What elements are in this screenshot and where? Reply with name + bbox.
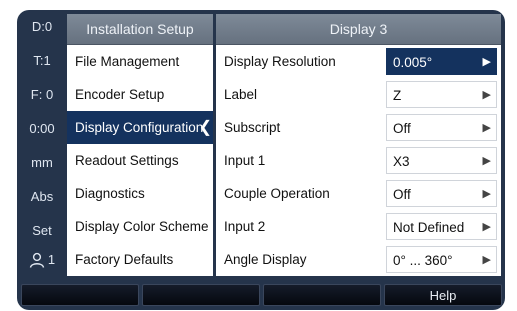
softkey-2[interactable] bbox=[142, 284, 260, 306]
softkey-bar: Help bbox=[17, 280, 505, 310]
input-2-select[interactable]: Not Defined ▶ bbox=[386, 213, 497, 240]
subscript-select[interactable]: Off ▶ bbox=[386, 114, 497, 141]
tool-status[interactable]: T:1 bbox=[17, 44, 67, 78]
chevron-right-icon: ▶ bbox=[482, 89, 491, 101]
setting-row-input-1: Input 1 X3 ▶ bbox=[216, 144, 501, 177]
setting-value: Off bbox=[393, 121, 411, 136]
input-1-select[interactable]: X3 ▶ bbox=[386, 147, 497, 174]
menu-item-factory-defaults[interactable]: Factory Defaults bbox=[67, 243, 213, 276]
setting-row-couple-operation: Couple Operation Off ▶ bbox=[216, 177, 501, 210]
menu-item-label: Factory Defaults bbox=[75, 252, 174, 267]
help-softkey[interactable]: Help bbox=[384, 284, 502, 306]
label-select[interactable]: Z ▶ bbox=[386, 81, 497, 108]
setting-value: Z bbox=[393, 88, 402, 103]
user-number: 1 bbox=[47, 252, 56, 267]
setting-value: Not Defined bbox=[393, 220, 465, 235]
installation-setup-title: Installation Setup bbox=[67, 14, 213, 45]
installation-setup-panel: Installation Setup File Management Encod… bbox=[67, 14, 213, 276]
setting-label: Input 2 bbox=[224, 219, 266, 234]
chevron-right-icon: ▶ bbox=[482, 254, 491, 266]
display-settings-panel: Display 3 Display Resolution 0.005° ▶ Lab… bbox=[216, 14, 501, 276]
installation-setup-menu: File Management Encoder Setup Display Co… bbox=[67, 45, 213, 276]
user-icon bbox=[29, 252, 45, 268]
setting-label: Input 1 bbox=[224, 153, 266, 168]
couple-operation-select[interactable]: Off ▶ bbox=[386, 180, 497, 207]
setting-row-label: Label Z ▶ bbox=[216, 78, 501, 111]
setting-value: Off bbox=[393, 187, 411, 202]
status-strip: D:0 T:1 F: 0 0:00 mm Abs Set 1 bbox=[17, 10, 67, 275]
setting-value: X3 bbox=[393, 154, 410, 169]
menu-item-label: Display Color Scheme bbox=[75, 219, 209, 234]
menu-item-readout-settings[interactable]: Readout Settings bbox=[67, 144, 213, 177]
setting-value: 0° ... 360° bbox=[393, 253, 453, 268]
setting-value: 0.005° bbox=[393, 55, 433, 70]
setting-label: Angle Display bbox=[224, 252, 307, 267]
menu-item-label: Display Configuration bbox=[75, 120, 204, 135]
setting-row-display-resolution: Display Resolution 0.005° ▶ bbox=[216, 45, 501, 78]
display-settings-title: Display 3 bbox=[216, 14, 501, 45]
dro-screen: D:0 T:1 F: 0 0:00 mm Abs Set 1 Installat… bbox=[17, 10, 505, 310]
setting-label: Subscript bbox=[224, 120, 281, 135]
chevron-left-icon: ❮ bbox=[198, 119, 212, 136]
menu-item-display-color-scheme[interactable]: Display Color Scheme bbox=[67, 210, 213, 243]
datum-status[interactable]: D:0 bbox=[17, 10, 67, 44]
unit-status[interactable]: mm bbox=[17, 146, 67, 180]
setting-row-subscript: Subscript Off ▶ bbox=[216, 111, 501, 144]
setting-label: Couple Operation bbox=[224, 186, 330, 201]
angle-display-select[interactable]: 0° ... 360° ▶ bbox=[386, 246, 497, 273]
menu-item-diagnostics[interactable]: Diagnostics bbox=[67, 177, 213, 210]
setting-row-angle-display: Angle Display 0° ... 360° ▶ bbox=[216, 243, 501, 276]
menu-item-label: Encoder Setup bbox=[75, 87, 165, 102]
chevron-right-icon: ▶ bbox=[482, 56, 491, 68]
user-status[interactable]: 1 bbox=[17, 243, 67, 277]
chevron-right-icon: ▶ bbox=[482, 221, 491, 233]
softkey-1[interactable] bbox=[21, 284, 139, 306]
chevron-right-icon: ▶ bbox=[482, 122, 491, 134]
display-resolution-select[interactable]: 0.005° ▶ bbox=[386, 48, 497, 75]
setting-label: Label bbox=[224, 87, 258, 102]
menu-item-display-configuration[interactable]: Display Configuration ❮ bbox=[67, 111, 213, 144]
setting-row-input-2: Input 2 Not Defined ▶ bbox=[216, 210, 501, 243]
menu-item-label: File Management bbox=[75, 54, 180, 69]
chevron-right-icon: ▶ bbox=[482, 188, 491, 200]
feed-rate-status[interactable]: F: 0 bbox=[17, 78, 67, 112]
menu-item-label: Diagnostics bbox=[75, 186, 145, 201]
stopwatch-status[interactable]: 0:00 bbox=[17, 112, 67, 146]
chevron-right-icon: ▶ bbox=[482, 155, 491, 167]
setting-label: Display Resolution bbox=[224, 54, 336, 69]
menu-item-encoder-setup[interactable]: Encoder Setup bbox=[67, 78, 213, 111]
abs-status[interactable]: Abs bbox=[17, 180, 67, 214]
menu-item-file-management[interactable]: File Management bbox=[67, 45, 213, 78]
menu-item-label: Readout Settings bbox=[75, 153, 179, 168]
softkey-3[interactable] bbox=[263, 284, 381, 306]
